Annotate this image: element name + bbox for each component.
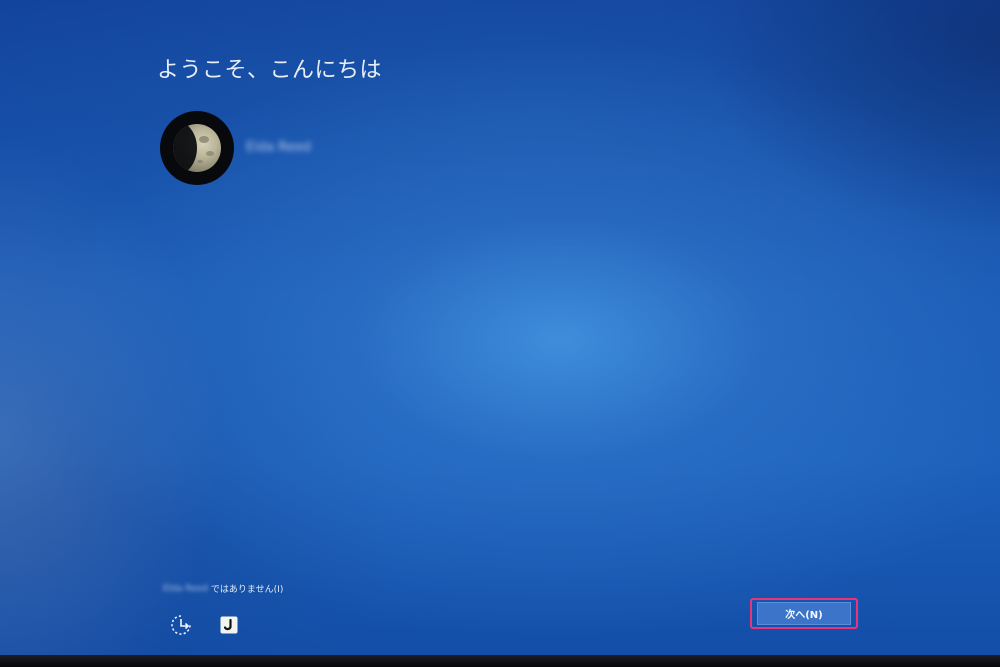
account-name: Elda Reed xyxy=(246,139,311,155)
ease-of-access-glyph xyxy=(171,615,191,635)
not-you-label[interactable]: ではありません(I) xyxy=(211,582,283,595)
account-tile: Elda Reed xyxy=(160,111,311,185)
ime-mode-glyph xyxy=(220,616,238,634)
monitor-bezel xyxy=(0,655,1000,667)
page-title: ようこそ、こんにちは xyxy=(157,58,383,83)
oobe-welcome-screen: ようこそ、こんにちは Elda Reed Elda Reed ではありません(I… xyxy=(0,0,1000,657)
moon-photo-icon xyxy=(173,124,221,172)
ime-mode-icon[interactable] xyxy=(217,613,241,637)
avatar xyxy=(160,111,234,185)
ease-of-access-icon[interactable] xyxy=(169,613,193,637)
next-button-highlight: 次へ(N) xyxy=(750,598,858,629)
not-you-link[interactable]: Elda Reed ではありません(I) xyxy=(163,582,283,596)
not-you-account-name: Elda Reed xyxy=(163,583,208,594)
next-button[interactable]: 次へ(N) xyxy=(757,602,851,625)
